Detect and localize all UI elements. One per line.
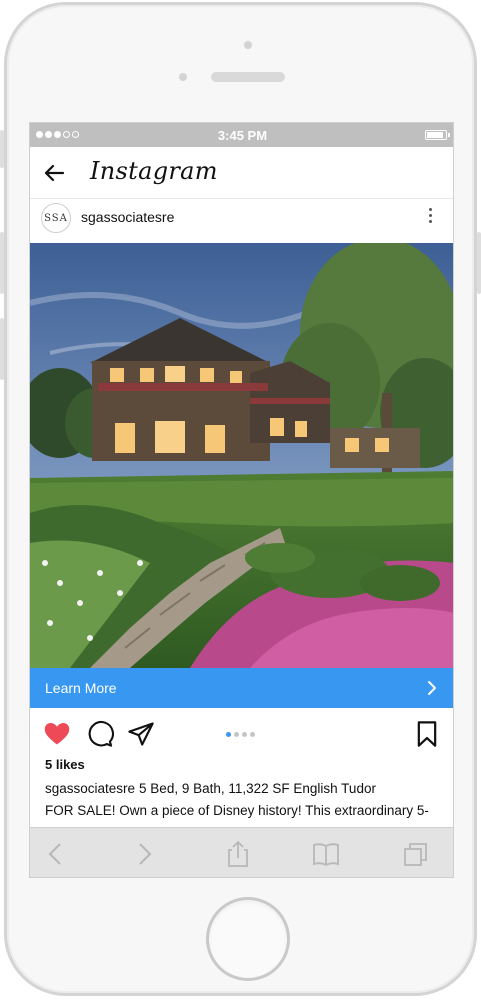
carousel-dot [226,732,231,737]
learn-more-button[interactable]: Learn More [30,668,453,708]
share-icon[interactable] [224,840,252,868]
proximity-sensor [179,73,187,81]
phone-screen: 3:45 PM Instagram SSA sgassociatesre Lea… [29,122,454,878]
heart-icon[interactable] [43,720,71,748]
carousel-dot [242,732,247,737]
chevron-right-icon [428,681,436,695]
post-username[interactable]: sgassociatesre [81,209,174,225]
app-header: Instagram [30,147,453,199]
more-vertical-icon[interactable] [429,208,433,226]
caption-headline: 5 Bed, 9 Bath, 11,322 SF English Tudor [139,781,376,796]
power-button [477,232,481,294]
carousel-dot [234,732,239,737]
volume-up-button [0,232,4,294]
volume-down-button [0,318,4,380]
learn-more-label: Learn More [45,680,117,696]
carousel-dot [250,732,255,737]
browser-toolbar [30,827,453,877]
bookmark-icon[interactable] [413,720,441,748]
post-header: SSA sgassociatesre [30,199,453,243]
avatar[interactable]: SSA [41,203,71,233]
back-arrow-icon[interactable] [42,161,66,185]
front-camera [244,41,252,49]
battery-icon [425,130,450,140]
earpiece-speaker [211,72,285,82]
mute-switch [0,130,4,168]
app-title: Instagram [90,157,218,185]
post-actions [30,708,453,758]
post-photo[interactable] [30,243,454,668]
caption-username[interactable]: sgassociatesre [45,781,135,796]
bookmarks-book-icon[interactable] [312,840,340,868]
comment-icon[interactable] [86,720,114,748]
likes-count[interactable]: 5 likes [45,757,85,772]
status-bar: 3:45 PM [30,123,453,147]
home-button[interactable] [206,897,290,981]
tabs-icon[interactable] [402,840,430,868]
browser-forward-icon[interactable] [130,840,158,868]
battery-fill [427,132,444,138]
send-icon[interactable] [127,720,155,748]
browser-back-icon[interactable] [42,840,70,868]
status-time: 3:45 PM [217,128,268,143]
carousel-indicator [226,732,255,737]
